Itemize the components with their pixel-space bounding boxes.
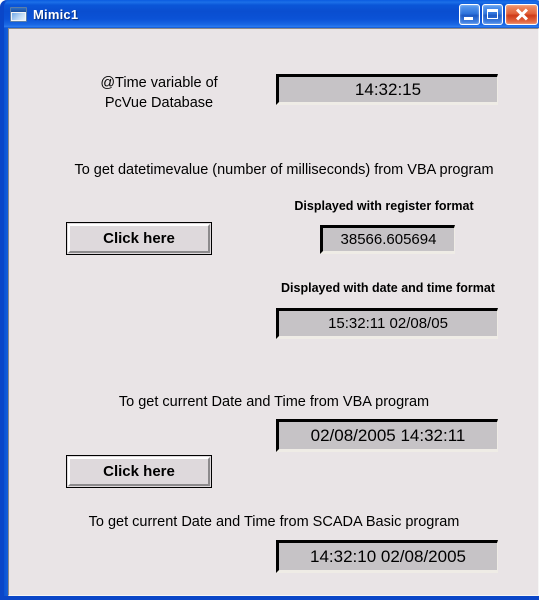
- application-window: Mimic1 @Time variable of PcVue Database …: [0, 0, 539, 600]
- vba-current-value: 02/08/2005 14:32:11: [310, 425, 466, 445]
- minimize-icon: [464, 16, 473, 20]
- vba-current-button-label: Click here: [103, 463, 175, 480]
- maximize-button[interactable]: [482, 3, 503, 25]
- pcvue-time-display: 14:32:15: [276, 74, 498, 105]
- register-format-display: 38566.605694: [320, 225, 455, 254]
- datetime-format-caption: Displayed with date and time format: [281, 281, 495, 295]
- datetimevalue-heading: To get datetimevalue (number of millisec…: [74, 162, 494, 178]
- scada-current-value: 14:32:10 02/08/2005: [310, 546, 466, 566]
- datetime-format-display: 15:32:11 02/08/05: [276, 308, 498, 339]
- minimize-button[interactable]: [459, 3, 480, 25]
- pcvue-time-label: @Time variable of PcVue Database: [59, 73, 259, 113]
- mimic-client-area: @Time variable of PcVue Database 14:32:1…: [8, 28, 539, 596]
- title-bar[interactable]: Mimic1: [4, 0, 539, 28]
- vba-current-heading: To get current Date and Time from VBA pr…: [118, 394, 430, 410]
- scada-current-heading: To get current Date and Time from SCADA …: [88, 514, 460, 530]
- vba-current-click-here-button[interactable]: Click here: [66, 455, 212, 488]
- datetime-format-value: 15:32:11 02/08/05: [328, 315, 448, 332]
- pcvue-time-label-line1: @Time variable of: [100, 75, 218, 91]
- datetimevalue-button-label: Click here: [103, 230, 175, 247]
- close-icon: [506, 5, 537, 24]
- mimic-window-icon: [10, 6, 27, 22]
- pcvue-time-label-line2: PcVue Database: [104, 95, 214, 111]
- window-title: Mimic1: [33, 6, 79, 22]
- register-format-value: 38566.605694: [340, 231, 437, 248]
- window-controls: [459, 3, 538, 25]
- maximize-icon: [487, 8, 498, 19]
- close-button[interactable]: [505, 3, 538, 25]
- datetimevalue-click-here-button[interactable]: Click here: [66, 222, 212, 255]
- vba-current-display: 02/08/2005 14:32:11: [276, 419, 498, 452]
- scada-current-display: 14:32:10 02/08/2005: [276, 540, 498, 573]
- register-format-caption: Displayed with register format: [294, 199, 474, 213]
- pcvue-time-value: 14:32:15: [354, 79, 422, 99]
